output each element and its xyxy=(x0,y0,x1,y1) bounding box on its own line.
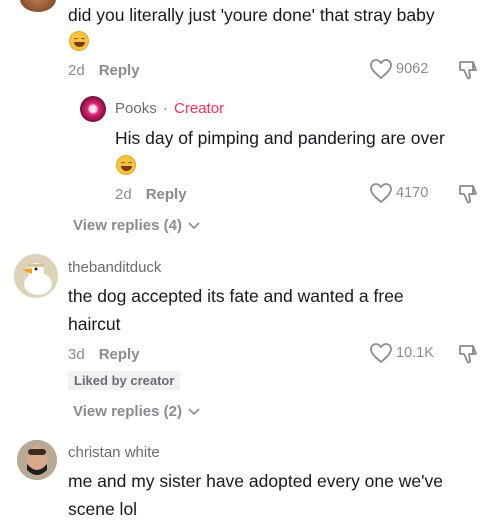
heart-outline-icon xyxy=(370,183,392,204)
avatar-pooks[interactable] xyxy=(80,96,106,122)
reply-like-button[interactable]: 4170 xyxy=(369,182,428,204)
comment-2-dislike-button[interactable] xyxy=(456,343,480,370)
comment-2-text-line-2: haircut xyxy=(68,314,121,334)
thumbs-down-icon xyxy=(459,61,477,80)
comment-1-text: did you literally just 'youre done' that… xyxy=(68,5,435,25)
liked-by-creator-badge: Liked by creator xyxy=(68,371,181,390)
avatar-thebanditduck[interactable] xyxy=(14,254,58,298)
heart-outline-icon xyxy=(370,59,392,80)
comment-3-text-line-1: me and my sister have adopted every one … xyxy=(68,471,443,491)
person-avatar-image xyxy=(17,440,57,480)
comment-2-text-line-1: the dog accepted its fate and wanted a f… xyxy=(68,286,404,306)
creator-tag: Creator xyxy=(174,100,225,117)
reply-meta: 2d Reply xyxy=(115,186,187,203)
thumbs-down-icon xyxy=(459,185,477,204)
comment-2-meta: 3d Reply xyxy=(68,346,140,363)
comment-2-like-button[interactable]: 10.1K xyxy=(369,342,434,364)
view-replies-1[interactable]: View replies (4) xyxy=(73,217,200,234)
comment-2-reply-button[interactable]: Reply xyxy=(99,346,140,363)
comment-1-like-button[interactable]: 9062 xyxy=(369,58,428,80)
reply-author[interactable]: Pooks xyxy=(115,100,157,117)
view-replies-2-label: View replies (2) xyxy=(73,403,182,420)
avatar-christan-white[interactable] xyxy=(17,440,57,480)
view-replies-1-label: View replies (4) xyxy=(73,217,182,234)
comment-1-reply-button[interactable]: Reply xyxy=(99,62,140,79)
grinning-face-emoji-1 xyxy=(69,31,89,51)
comment-3-text-line-2: scene lol xyxy=(68,499,138,519)
reply-dislike-button[interactable] xyxy=(456,183,480,210)
view-replies-2[interactable]: View replies (2) xyxy=(73,403,200,420)
duck-avatar-image xyxy=(14,254,58,298)
comment-2-age: 3d xyxy=(68,346,85,363)
reply-author-row: Pooks · Creator xyxy=(115,100,224,117)
thumbs-down-icon xyxy=(459,345,477,364)
comment-2-like-count: 10.1K xyxy=(396,345,434,361)
comment-1-age: 2d xyxy=(68,62,85,79)
reply-separator: · xyxy=(162,100,168,117)
comment-3-author[interactable]: christan white xyxy=(68,444,160,461)
grinning-face-emoji-2 xyxy=(116,155,136,175)
avatar-comment-1[interactable] xyxy=(20,0,56,12)
comment-2-author[interactable]: thebanditduck xyxy=(68,259,161,276)
comment-1-dislike-button[interactable] xyxy=(456,59,480,86)
chevron-down-icon xyxy=(188,407,200,415)
comment-1-meta: 2d Reply xyxy=(68,62,140,79)
reply-reply-button[interactable]: Reply xyxy=(146,186,187,203)
chevron-down-icon xyxy=(188,221,200,229)
reply-like-count: 4170 xyxy=(396,185,429,201)
reply-text: His day of pimping and pandering are ove… xyxy=(115,128,445,148)
comment-1-like-count: 9062 xyxy=(396,61,429,77)
reply-age: 2d xyxy=(115,186,132,203)
heart-outline-icon xyxy=(370,343,392,364)
